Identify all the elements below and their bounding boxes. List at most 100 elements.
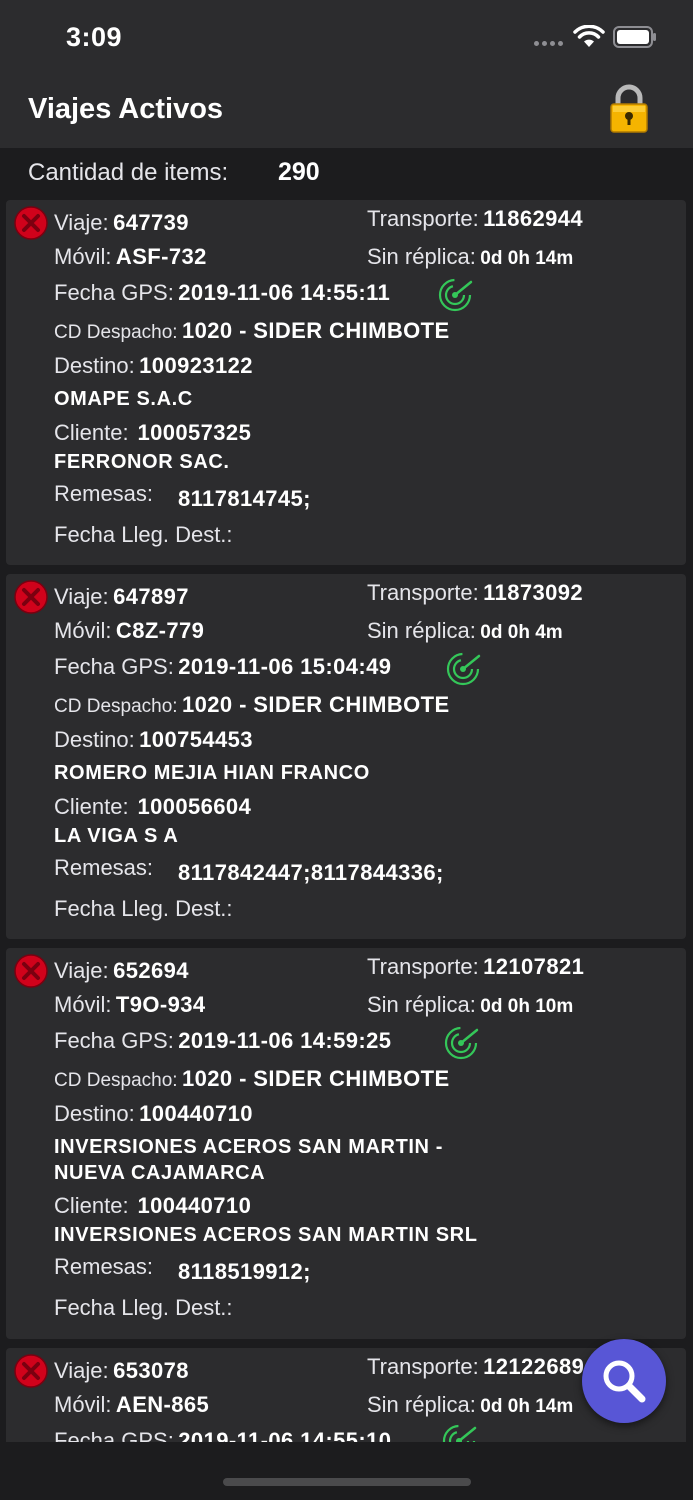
fecha-gps-value: 2019-11-06 15:04:49 <box>178 654 392 679</box>
status-error-icon <box>14 954 48 988</box>
gps-signal-icon <box>438 278 473 312</box>
items-count-label: Cantidad de items: <box>28 159 229 186</box>
transporte-label: Transporte: <box>367 954 479 979</box>
destino-label: Destino: <box>54 353 135 378</box>
fecha-lleg-label: Fecha Lleg. Dest.: <box>54 1295 233 1320</box>
gps-signal-icon <box>442 1424 477 1442</box>
movil-value: T9O-934 <box>115 992 206 1017</box>
lock-icon[interactable] <box>609 84 649 134</box>
gps-signal-icon <box>446 652 481 686</box>
transporte-value: 12122689 <box>483 1354 585 1379</box>
remesas-value: 8117842447;8117844336; <box>178 860 444 885</box>
remesas-label: Remesas: <box>54 855 154 880</box>
cliente-label: Cliente: <box>54 420 129 445</box>
trip-card[interactable]: Viaje: 652694 Transporte: 12107821 Móvil… <box>6 948 686 1339</box>
gps-signal-icon <box>444 1026 479 1060</box>
search-button[interactable] <box>582 1339 666 1423</box>
transporte-value: 11862944 <box>483 206 584 231</box>
viaje-value: 647739 <box>113 210 189 235</box>
fecha-gps-value: 2019-11-06 14:59:25 <box>178 1028 392 1053</box>
status-error-icon <box>14 1354 48 1388</box>
destino-name-line-1: INVERSIONES ACEROS SAN MARTIN - <box>54 1136 444 1158</box>
sin-replica-label: Sin réplica: <box>367 618 476 643</box>
sin-replica-value: 0d 0h 4m <box>480 622 563 643</box>
viaje-value: 652694 <box>113 958 189 983</box>
remesas-label: Remesas: <box>54 1254 154 1279</box>
home-indicator[interactable] <box>223 1478 471 1486</box>
movil-label: Móvil: <box>54 244 112 269</box>
cd-despacho-label: CD Despacho: <box>54 696 178 717</box>
fecha-lleg-label: Fecha Lleg. Dest.: <box>54 522 233 547</box>
cliente-name: LA VIGA S A <box>54 825 179 847</box>
wifi-icon <box>573 25 605 47</box>
sin-replica-label: Sin réplica: <box>367 992 476 1017</box>
cd-despacho-label: CD Despacho: <box>54 322 178 343</box>
viaje-label: Viaje: <box>54 210 109 235</box>
fecha-gps-label: Fecha GPS: <box>54 1028 174 1053</box>
trip-card[interactable]: Viaje: 647897 Transporte: 11873092 Móvil… <box>6 574 686 939</box>
cd-despacho-label: CD Despacho: <box>54 1070 178 1091</box>
movil-label: Móvil: <box>54 992 112 1017</box>
status-error-icon <box>14 580 48 614</box>
remesas-value: 8118519912; <box>178 1259 311 1284</box>
cliente-name: INVERSIONES ACEROS SAN MARTIN SRL <box>54 1224 478 1246</box>
viaje-label: Viaje: <box>54 584 109 609</box>
status-bar: 3:09 <box>0 0 693 75</box>
movil-label: Móvil: <box>54 1392 112 1417</box>
fecha-gps-value: 2019-11-06 14:55:10 <box>178 1428 392 1442</box>
destino-name-line-2: NUEVA CAJAMARCA <box>54 1162 266 1184</box>
cliente-value: 100440710 <box>137 1193 252 1218</box>
sin-replica-value: 0d 0h 14m <box>480 1396 574 1417</box>
cd-despacho-value: 1020 - SIDER CHIMBOTE <box>182 318 450 343</box>
transporte-label: Transporte: <box>367 206 479 231</box>
trip-card[interactable]: Viaje: 647739 Transporte: 11862944 Móvil… <box>6 200 686 565</box>
cliente-label: Cliente: <box>54 1193 129 1218</box>
fecha-lleg-label: Fecha Lleg. Dest.: <box>54 896 233 921</box>
viaje-value: 647897 <box>113 584 189 609</box>
cliente-value: 100057325 <box>137 420 252 445</box>
cd-despacho-value: 1020 - SIDER CHIMBOTE <box>182 1066 450 1091</box>
movil-value: AEN-865 <box>115 1392 210 1417</box>
destino-value: 100440710 <box>139 1101 253 1126</box>
destino-value: 100923122 <box>139 353 253 378</box>
items-count-value: 290 <box>278 158 320 186</box>
transporte-label: Transporte: <box>367 1354 479 1379</box>
page-title: Viajes Activos <box>28 93 224 125</box>
items-count-bar: Cantidad de items: 290 <box>0 148 693 198</box>
cliente-name: FERRONOR SAC. <box>54 451 230 473</box>
movil-label: Móvil: <box>54 618 112 643</box>
cliente-value: 100056604 <box>137 794 252 819</box>
sin-replica-value: 0d 0h 14m <box>480 248 574 269</box>
remesas-label: Remesas: <box>54 481 154 506</box>
battery-icon <box>613 26 656 48</box>
cellular-signal-icon <box>534 41 563 46</box>
remesas-value: 8117814745; <box>178 486 311 511</box>
fecha-gps-value: 2019-11-06 14:55:11 <box>178 280 391 305</box>
destino-name: ROMERO MEJIA HIAN FRANCO <box>54 762 370 784</box>
sin-replica-label: Sin réplica: <box>367 244 476 269</box>
search-icon <box>603 1360 646 1403</box>
sin-replica-value: 0d 0h 10m <box>480 996 574 1017</box>
transporte-value: 11873092 <box>483 580 584 605</box>
cd-despacho-value: 1020 - SIDER CHIMBOTE <box>182 692 450 717</box>
movil-value: C8Z-779 <box>115 618 205 643</box>
transporte-label: Transporte: <box>367 580 479 605</box>
destino-label: Destino: <box>54 1101 135 1126</box>
bottom-safe-area <box>0 1442 693 1500</box>
destino-value: 100754453 <box>139 727 253 752</box>
viaje-value: 653078 <box>113 1358 189 1383</box>
destino-name: OMAPE S.A.C <box>54 388 193 410</box>
status-error-icon <box>14 206 48 240</box>
destino-label: Destino: <box>54 727 135 752</box>
sin-replica-label: Sin réplica: <box>367 1392 476 1417</box>
fecha-gps-label: Fecha GPS: <box>54 654 174 679</box>
fecha-gps-label: Fecha GPS: <box>54 280 174 305</box>
fecha-gps-label: Fecha GPS: <box>54 1428 174 1442</box>
viaje-label: Viaje: <box>54 1358 109 1383</box>
transporte-value: 12107821 <box>483 954 585 979</box>
navigation-bar: Viajes Activos <box>0 75 693 148</box>
viaje-label: Viaje: <box>54 958 109 983</box>
cliente-label: Cliente: <box>54 794 129 819</box>
status-time: 3:09 <box>66 22 123 52</box>
movil-value: ASF-732 <box>115 244 207 269</box>
